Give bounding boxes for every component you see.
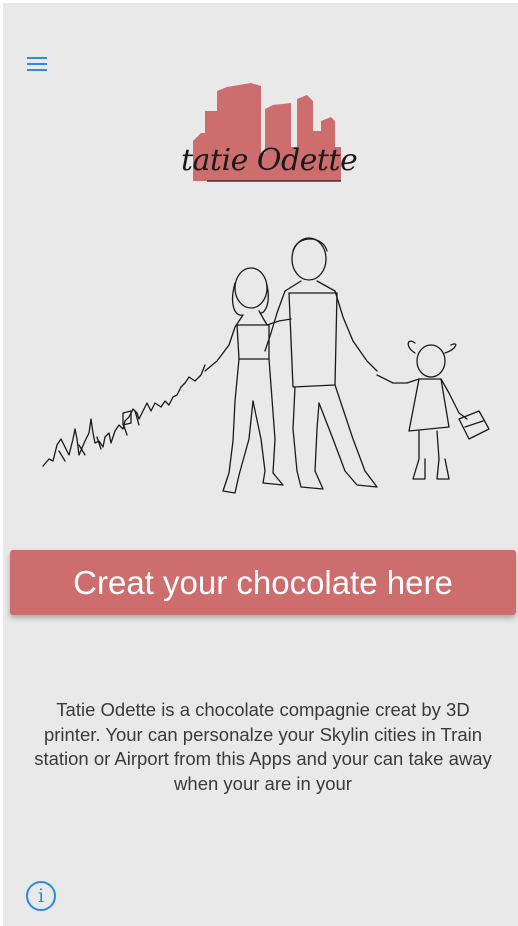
family-skyline-illustration (39, 233, 494, 498)
hamburger-menu-icon[interactable] (23, 53, 55, 75)
create-chocolate-button[interactable]: Creat your chocolate here (10, 550, 516, 615)
menu-line (27, 57, 47, 59)
logo-wordmark: tatie Odette (181, 143, 358, 178)
menu-line (27, 63, 47, 65)
skyline-drawing (42, 364, 206, 467)
brand-logo: tatie Odette (181, 81, 358, 191)
man-figure (264, 237, 378, 490)
menu-line (27, 69, 47, 71)
app-screen: tatie Odette Creat your chocolate here T… (3, 3, 518, 926)
app-description: Tatie Odette is a chocolate compagnie cr… (34, 699, 492, 794)
girl-figure (376, 340, 490, 480)
woman-figure (204, 267, 292, 494)
info-icon[interactable]: i (26, 881, 56, 911)
